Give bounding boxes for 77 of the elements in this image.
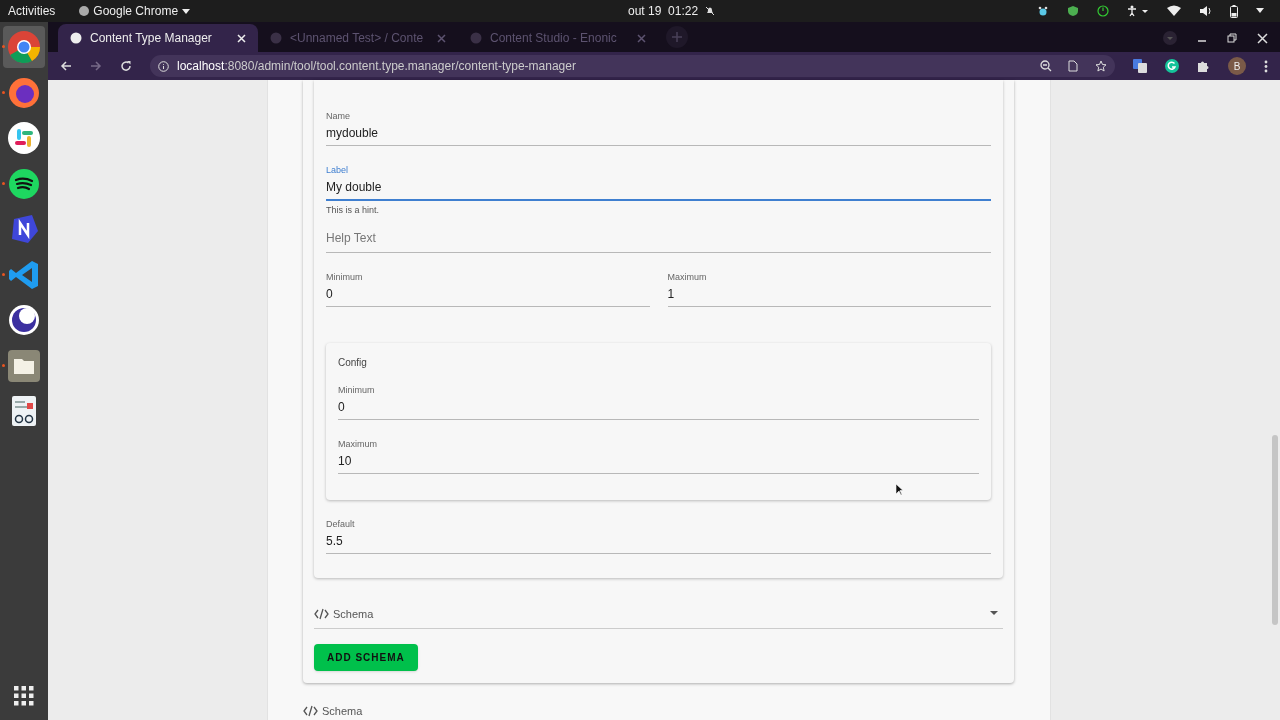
field-label: Minimum — [326, 270, 364, 283]
field-label: Label — [326, 164, 350, 176]
wifi-icon — [1167, 5, 1181, 17]
slack-icon — [6, 120, 42, 156]
field-label: Maximum — [338, 437, 378, 450]
document-icon[interactable] — [1068, 60, 1079, 72]
back-icon[interactable] — [60, 60, 72, 72]
occurrence-field[interactable]: Maximum 1 — [667, 270, 991, 307]
dropdown-caret-icon — [990, 611, 998, 617]
running-indicator — [2, 272, 5, 276]
field-value: My double — [326, 179, 383, 195]
reload-icon[interactable] — [120, 60, 132, 72]
caret-icon — [182, 8, 191, 14]
app-grid-icon[interactable] — [14, 686, 34, 706]
field-label: Minimum — [338, 383, 376, 396]
info-icon — [158, 60, 169, 72]
moon-icon — [6, 302, 42, 338]
zoom-out-icon[interactable] — [1040, 60, 1052, 72]
browser-tab[interactable]: Content Type Manager — [58, 24, 258, 52]
power-icon — [1097, 5, 1109, 17]
bell-off-icon — [705, 6, 715, 16]
schema-select[interactable]: Schema — [314, 605, 1003, 629]
tab-title: <Unnamed Test> / Conte — [290, 30, 425, 47]
volume-icon — [1199, 5, 1212, 17]
config-field[interactable]: Minimum 0 — [338, 383, 979, 420]
clock[interactable]: out 19 01:22 — [628, 2, 699, 20]
forward-icon[interactable] — [90, 60, 102, 72]
plus-icon — [672, 32, 682, 42]
address-bar[interactable]: localhost:8080/admin/tool/tool.content.type.manager/content-type-manager — [150, 55, 1115, 77]
app-menu[interactable]: Google Chrome — [79, 2, 191, 20]
tab-title: Content Type Manager — [90, 30, 213, 47]
help-text-field[interactable]: Help Text — [326, 228, 991, 253]
running-indicator — [2, 181, 5, 185]
running-indicator — [2, 90, 5, 94]
default-field[interactable]: Default 5.5 — [326, 517, 991, 554]
hint-text: This is a hint. — [326, 204, 381, 217]
field-value: mydouble — [326, 125, 380, 141]
label-field[interactable]: Label My double — [326, 164, 991, 201]
shield-icon — [1067, 5, 1079, 17]
field-value: 0 — [326, 285, 334, 302]
field-label: Maximum — [667, 270, 708, 283]
url-text: localhost:8080/admin/tool/tool.content.type.manager/content-type-manager — [177, 58, 576, 75]
running-indicator — [2, 45, 5, 48]
caret-icon[interactable] — [1256, 8, 1264, 14]
paw-icon — [1037, 5, 1049, 17]
occurrence-field[interactable]: Minimum 0 — [326, 270, 650, 307]
folder-icon — [6, 347, 42, 384]
translate-icon[interactable] — [1133, 59, 1147, 73]
name-field[interactable]: Name mydouble — [326, 110, 991, 146]
field-label: Name — [326, 110, 351, 122]
add-schema-button[interactable]: ADD SCHEMA — [314, 644, 418, 671]
restore-icon[interactable] — [1227, 33, 1237, 43]
field-value: 5.5 — [326, 532, 344, 549]
code-icon — [314, 607, 329, 620]
dock-item[interactable] — [3, 26, 45, 68]
cursor-icon — [896, 484, 904, 496]
tab-title: Content Studio - Enonic — [490, 30, 618, 47]
config-field[interactable]: Maximum 10 — [338, 437, 979, 474]
tab-search-icon[interactable] — [1163, 31, 1177, 45]
grammar-icon[interactable] — [1165, 59, 1179, 73]
code-icon — [303, 705, 318, 718]
puzzle-icon[interactable] — [1197, 59, 1210, 73]
battery-icon — [1230, 4, 1238, 18]
star-icon[interactable] — [1095, 60, 1107, 72]
accessibility-icon[interactable] — [1127, 5, 1149, 17]
section-title: Schema — [322, 704, 363, 719]
more-icon[interactable] — [1264, 59, 1268, 73]
profile-avatar[interactable]: B — [1228, 57, 1246, 75]
field-label: Default — [326, 517, 356, 530]
running-indicator — [2, 363, 5, 367]
activities-button[interactable]: Activities — [8, 2, 56, 20]
field-value: 10 — [338, 452, 353, 469]
config-title: Config — [338, 355, 368, 370]
field-value: 0 — [338, 398, 346, 415]
next-section[interactable]: Schema — [303, 703, 1014, 720]
field-value: 1 — [667, 285, 676, 302]
select-label: Schema — [333, 606, 374, 622]
